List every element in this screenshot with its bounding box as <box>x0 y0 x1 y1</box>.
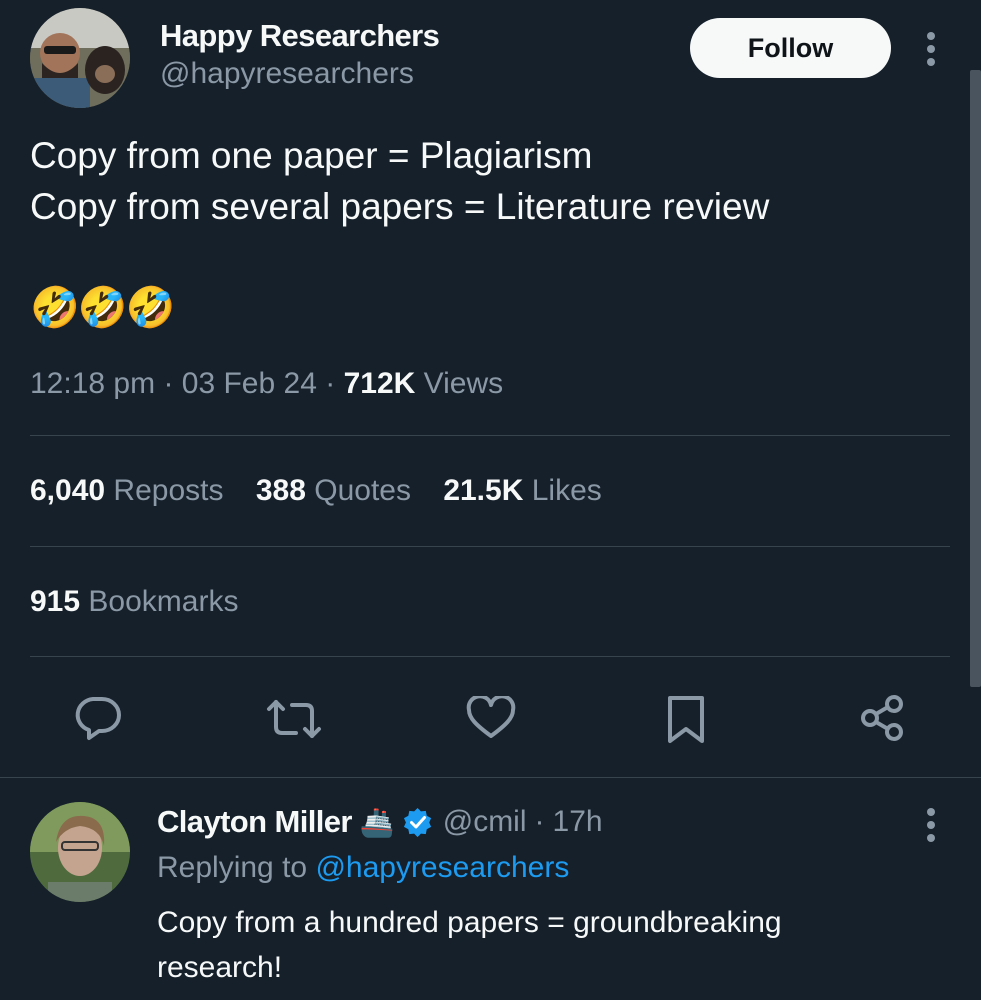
reply-header: Clayton Miller 🚢 @cmil · 17h <box>157 804 603 840</box>
reposts-label: Reposts <box>113 474 224 507</box>
bookmarks-label: Bookmarks <box>88 585 239 618</box>
likes-stat[interactable]: 21.5K Likes <box>443 474 601 507</box>
follow-button[interactable]: Follow <box>690 18 891 78</box>
replying-to: Replying to @hapyresearchers <box>157 851 569 885</box>
quotes-stat[interactable]: 388 Quotes <box>256 474 419 507</box>
share-icon[interactable] <box>858 694 906 742</box>
tweet-text-line-2: Copy from several papers = Literature re… <box>30 186 770 227</box>
meta-separator: · <box>163 367 174 400</box>
likes-label: Likes <box>531 474 602 507</box>
verified-badge-icon <box>403 807 433 837</box>
tweet-time[interactable]: 12:18 pm <box>30 367 155 400</box>
divider <box>30 546 950 547</box>
follow-button-label: Follow <box>747 32 834 63</box>
repost-icon[interactable] <box>266 697 322 741</box>
bookmark-icon[interactable] <box>666 695 706 745</box>
author-avatar[interactable] <box>30 8 130 108</box>
reply-time[interactable]: 17h <box>553 805 603 839</box>
divider <box>30 656 950 657</box>
reply-author-name[interactable]: Clayton Miller <box>157 804 352 840</box>
more-options-icon[interactable] <box>920 30 942 70</box>
author-name[interactable]: Happy Researchers <box>160 18 440 54</box>
views-count: 712K <box>343 367 416 400</box>
reply-icon[interactable] <box>73 695 123 741</box>
reply-text: Copy from a hundred papers = groundbreak… <box>157 906 782 984</box>
ship-emoji: 🚢 <box>359 806 395 838</box>
quotes-label: Quotes <box>314 474 411 507</box>
engagement-stats: 6,040 Reposts 388 Quotes 21.5K Likes <box>30 474 602 508</box>
tweet-emojis: 🤣🤣🤣 <box>30 286 175 330</box>
reposts-stat[interactable]: 6,040 Reposts <box>30 474 232 507</box>
tweet-date[interactable]: 03 Feb 24 <box>182 367 317 400</box>
bookmarks-count: 915 <box>30 585 81 618</box>
reply-author-handle[interactable]: @cmil <box>443 805 527 839</box>
bookmarks-stat[interactable]: 915 Bookmarks <box>30 585 238 619</box>
meta-separator: · <box>534 805 545 838</box>
replying-to-prefix: Replying to <box>157 851 308 884</box>
meta-separator: · <box>325 367 336 400</box>
like-icon[interactable] <box>466 696 516 740</box>
reposts-count: 6,040 <box>30 474 106 507</box>
views-label: Views <box>423 367 504 400</box>
reply-more-options-icon[interactable] <box>920 806 942 846</box>
likes-count: 21.5K <box>443 474 524 507</box>
tweet-meta: 12:18 pm · 03 Feb 24 · 712K Views <box>30 367 503 401</box>
scrollbar-thumb[interactable] <box>970 70 981 687</box>
divider <box>0 777 981 778</box>
author-handle[interactable]: @hapyresearchers <box>160 57 414 91</box>
quotes-count: 388 <box>255 474 306 507</box>
tweet-text-line-1: Copy from one paper = Plagiarism <box>30 135 593 176</box>
reply-author-avatar[interactable] <box>30 802 130 902</box>
replying-to-handle[interactable]: @hapyresearchers <box>315 851 569 884</box>
divider <box>30 435 950 436</box>
